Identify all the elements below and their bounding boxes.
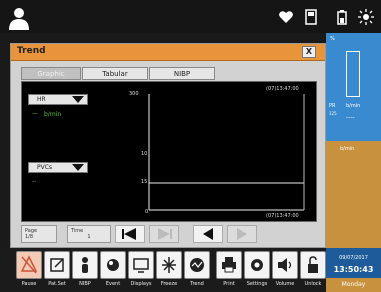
unlock-icon xyxy=(308,256,318,273)
step-box[interactable]: Time 1 xyxy=(67,225,111,243)
step-forward-button[interactable] xyxy=(227,225,257,243)
freeze-button[interactable] xyxy=(156,251,182,279)
parameter-panel[interactable]: % PR b/min 125 ---- b/min xyxy=(326,33,381,248)
page-forward-button[interactable] xyxy=(149,225,179,243)
dialog-header: Trend X xyxy=(11,44,325,61)
unlock-label: Unlock xyxy=(304,281,322,287)
freeze-icon xyxy=(162,257,176,273)
right-arrow-icon xyxy=(237,228,247,240)
monitor-screen: % PR b/min 125 ---- b/min Trend X Graphi… xyxy=(0,0,381,292)
patient-edit-icon xyxy=(50,258,64,272)
nibp-button[interactable] xyxy=(72,251,98,279)
clock-panel: 09/07/2017 13:50:43 Monday xyxy=(326,248,381,292)
print-label: Print xyxy=(223,281,235,287)
step-value: 1 xyxy=(87,234,91,240)
unlock-button[interactable] xyxy=(300,251,326,279)
event-button[interactable] xyxy=(100,251,126,279)
double-right-arrow-icon xyxy=(158,228,172,240)
trend-axes xyxy=(148,94,305,211)
date-text: 09/07/2017 xyxy=(339,255,368,261)
displays-button[interactable] xyxy=(128,251,154,279)
display-icon xyxy=(133,258,149,273)
volume-label: Volume xyxy=(275,281,295,287)
pause-label: Pause xyxy=(21,281,37,287)
trend-controls: Page 1/8 Time 1 xyxy=(21,223,317,245)
displays-label: Displays xyxy=(130,281,152,287)
heart-icon xyxy=(279,11,293,23)
alarm-pause-icon xyxy=(20,255,38,274)
tab-tabular[interactable]: Tabular xyxy=(82,67,148,80)
step-back-button[interactable] xyxy=(193,225,223,243)
battery-icon xyxy=(337,10,347,25)
nibp-icon xyxy=(82,257,88,273)
pat-set-label: Pat.Set xyxy=(48,281,66,287)
freeze-label: Freeze xyxy=(160,281,178,287)
left-arrow-icon xyxy=(203,228,213,240)
event-icon xyxy=(107,259,119,271)
time-text: 13:50:43 xyxy=(333,265,374,274)
trend-icon xyxy=(190,258,204,272)
settings-button[interactable] xyxy=(244,251,270,279)
tab-graphic[interactable]: Graphic xyxy=(21,67,81,80)
sd-card-icon xyxy=(305,9,317,25)
pr-label: PR xyxy=(329,103,336,109)
trend-dialog: Trend X Graphic Tabular NIBP HR — b/min … xyxy=(10,43,326,248)
pulse-unit: b/min xyxy=(340,146,355,152)
volume-icon xyxy=(278,258,292,272)
pulse-panel[interactable]: b/min xyxy=(326,141,381,248)
pat-set-button[interactable] xyxy=(44,251,70,279)
status-bar xyxy=(0,0,381,33)
spo2-label: % xyxy=(330,36,335,42)
trend-plot: HR — b/min 300 15 (07)13:47:00 PVCs -- 1… xyxy=(21,81,317,222)
spo2-panel[interactable]: % PR b/min 125 ---- xyxy=(326,33,381,141)
trend-button[interactable] xyxy=(184,251,210,279)
brightness-icon[interactable] xyxy=(358,9,374,25)
nibp-label: NIBP xyxy=(79,281,91,287)
dialog-title: Trend xyxy=(17,46,46,56)
pr-unit: b/min xyxy=(346,103,361,109)
page-box[interactable]: Page 1/8 xyxy=(21,225,57,243)
settings-icon xyxy=(251,259,263,271)
user-icon[interactable] xyxy=(8,6,30,30)
settings-label: Settings xyxy=(246,281,268,287)
tab-nibp[interactable]: NIBP xyxy=(149,67,215,80)
volume-button[interactable] xyxy=(272,251,298,279)
print-icon xyxy=(222,257,236,273)
page-value: 1/8 xyxy=(25,234,34,240)
trend-label: Trend xyxy=(190,281,204,287)
quick-key-bar: Pause Pat.Set NIBP Event Displays Freeze… xyxy=(0,248,381,292)
pleth-bar xyxy=(346,51,360,97)
close-button[interactable]: X xyxy=(302,46,316,58)
day-text: Monday xyxy=(326,278,381,292)
event-label: Event xyxy=(105,281,121,287)
pr-value: ---- xyxy=(346,114,355,121)
page-back-button[interactable] xyxy=(115,225,145,243)
pause-button[interactable] xyxy=(16,251,42,279)
double-left-arrow-icon xyxy=(122,228,136,240)
print-button[interactable] xyxy=(216,251,242,279)
pr-limit: 125 xyxy=(329,111,337,116)
